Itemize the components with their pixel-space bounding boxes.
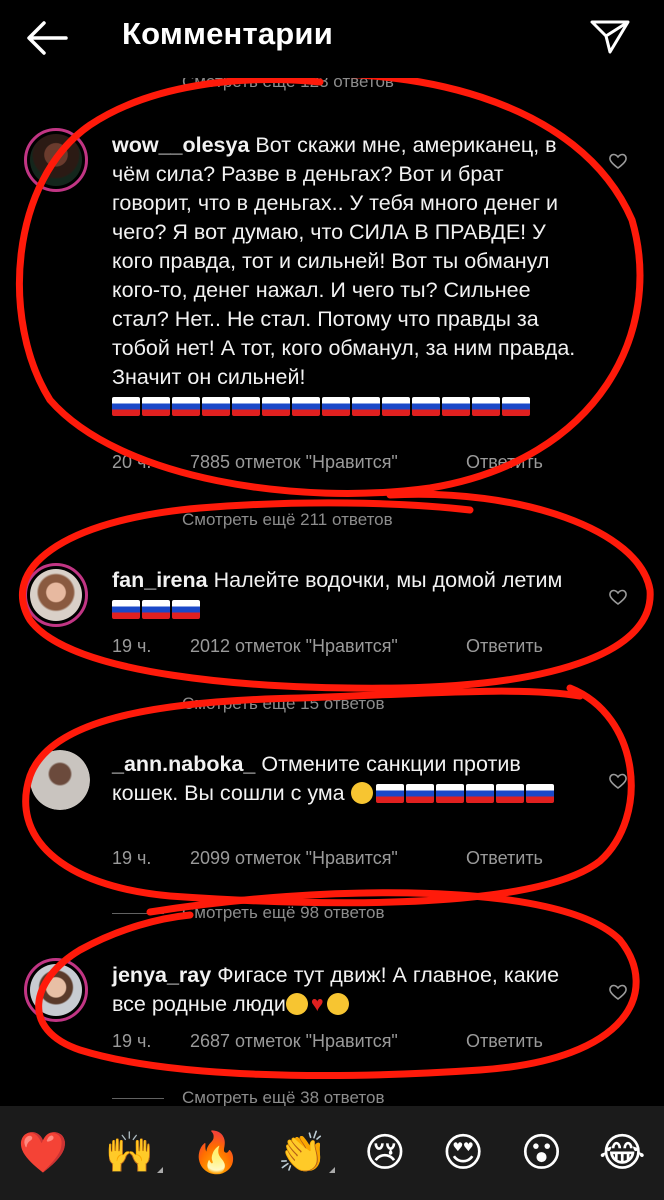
flag-emoji-row — [375, 781, 556, 805]
view-more-replies[interactable]: Смотреть ещё 15 ответов — [112, 694, 384, 714]
raised-hands-reaction-icon[interactable]: 🙌 — [105, 1131, 163, 1175]
russian-flag-icon — [232, 397, 260, 416]
flag-emoji-row — [112, 394, 532, 418]
russian-flag-icon — [375, 784, 404, 803]
comment-text: wow__olesya Вот скажи мне, американец, в… — [112, 131, 582, 421]
avatar-image — [30, 134, 82, 186]
view-more-replies[interactable]: Смотреть ещё 38 ответов — [112, 1088, 384, 1108]
comment-time: 19 ч. — [112, 848, 152, 868]
like-count[interactable]: 7885 отметок "Нравится" — [190, 452, 466, 473]
comment-time: 19 ч. — [112, 636, 152, 656]
russian-flag-icon — [442, 397, 470, 416]
comment-meta: 20 ч. 7885 отметок "Нравится" Ответить — [112, 452, 543, 473]
comment-time: 20 ч. — [112, 452, 152, 472]
avatar[interactable] — [30, 750, 90, 810]
comment-text: fan_irena Налейте водочки, мы домой лети… — [112, 566, 582, 624]
russian-flag-icon — [435, 784, 464, 803]
laughing-tears-emoji-icon — [326, 993, 349, 1015]
laughing-tears-reaction-icon[interactable]: 😂 — [599, 1131, 646, 1175]
russian-flag-icon — [292, 397, 320, 416]
divider-line — [112, 1097, 164, 1099]
reply-button[interactable]: Ответить — [466, 452, 543, 473]
avatar-image — [30, 964, 82, 1016]
russian-flag-icon — [352, 397, 380, 416]
paper-plane-icon[interactable] — [588, 16, 632, 56]
hugging-face-emoji-icon — [285, 993, 308, 1015]
avatar[interactable] — [24, 128, 88, 192]
comment-body: Вот скажи мне, американец, в чём сила? Р… — [112, 133, 576, 389]
header-bar: Комментарии — [0, 0, 664, 78]
crying-face-reaction-icon[interactable]: 😢 — [364, 1131, 406, 1175]
like-heart-icon[interactable] — [608, 588, 628, 606]
comment-text: jenya_ray Фигасе тут движ! А главное, ка… — [112, 961, 582, 1019]
comment-time: 19 ч. — [112, 1031, 152, 1051]
russian-flag-icon — [495, 784, 524, 803]
russian-flag-icon — [405, 784, 434, 803]
avatar[interactable] — [24, 958, 88, 1022]
laughing-tears-emoji-icon — [350, 782, 373, 804]
russian-flag-icon — [472, 397, 500, 416]
russian-flag-icon — [525, 784, 554, 803]
emoji-reaction-bar: ❤️ 🙌 🔥 👏 😢 😍 😮 😂 — [0, 1106, 664, 1200]
russian-flag-icon — [322, 397, 350, 416]
red-heart-emoji-icon: ♥ — [310, 992, 324, 1016]
like-count[interactable]: 2687 отметок "Нравится" — [190, 1031, 466, 1052]
reply-button[interactable]: Ответить — [466, 1031, 543, 1052]
russian-flag-icon — [412, 397, 440, 416]
comment-meta: 19 ч. 2012 отметок "Нравится" Ответить — [112, 636, 543, 657]
russian-flag-icon — [382, 397, 410, 416]
clapping-hands-reaction-icon[interactable]: 👏 — [278, 1131, 336, 1175]
heart-eyes-reaction-icon[interactable]: 😍 — [442, 1131, 484, 1175]
avatar-image — [30, 569, 82, 621]
comment-meta: 19 ч. 2687 отметок "Нравится" Ответить — [112, 1031, 543, 1052]
russian-flag-icon — [142, 600, 170, 619]
view-more-replies[interactable]: Смотреть ещё 98 ответов — [112, 903, 384, 923]
russian-flag-icon — [142, 397, 170, 416]
reply-button[interactable]: Ответить — [466, 636, 543, 657]
comment-meta: 19 ч. 2099 отметок "Нравится" Ответить — [112, 848, 543, 869]
comment-username[interactable]: _ann.naboka_ — [112, 752, 255, 776]
comment-username[interactable]: wow__olesya — [112, 133, 249, 157]
russian-flag-icon — [112, 600, 140, 619]
comment-body: Налейте водочки, мы домой летим — [213, 568, 563, 592]
like-heart-icon[interactable] — [608, 152, 628, 170]
divider-line — [112, 912, 164, 914]
comment-text: _ann.naboka_ Отмените санкции против кош… — [112, 750, 582, 808]
russian-flag-icon — [112, 397, 140, 416]
comment-username[interactable]: fan_irena — [112, 568, 208, 592]
comment-username[interactable]: jenya_ray — [112, 963, 211, 987]
russian-flag-icon — [172, 397, 200, 416]
flag-emoji-row — [112, 597, 202, 621]
russian-flag-icon — [202, 397, 230, 416]
like-count[interactable]: 2099 отметок "Нравится" — [190, 848, 466, 869]
avatar-image — [30, 750, 90, 810]
like-heart-icon[interactable] — [608, 983, 628, 1001]
like-count[interactable]: 2012 отметок "Нравится" — [190, 636, 466, 657]
russian-flag-icon — [262, 397, 290, 416]
fire-reaction-icon[interactable]: 🔥 — [191, 1131, 241, 1175]
avatar[interactable] — [24, 563, 88, 627]
like-heart-icon[interactable] — [608, 772, 628, 790]
arrow-left-icon[interactable] — [24, 18, 70, 58]
page-title: Комментарии — [122, 16, 333, 51]
reply-button[interactable]: Ответить — [466, 848, 543, 869]
surprised-face-reaction-icon[interactable]: 😮 — [521, 1131, 563, 1175]
russian-flag-icon — [172, 600, 200, 619]
red-heart-reaction-icon[interactable]: ❤️ — [18, 1131, 68, 1175]
russian-flag-icon — [465, 784, 494, 803]
russian-flag-icon — [502, 397, 530, 416]
view-more-replies[interactable]: Смотреть ещё 211 ответов — [112, 510, 393, 530]
